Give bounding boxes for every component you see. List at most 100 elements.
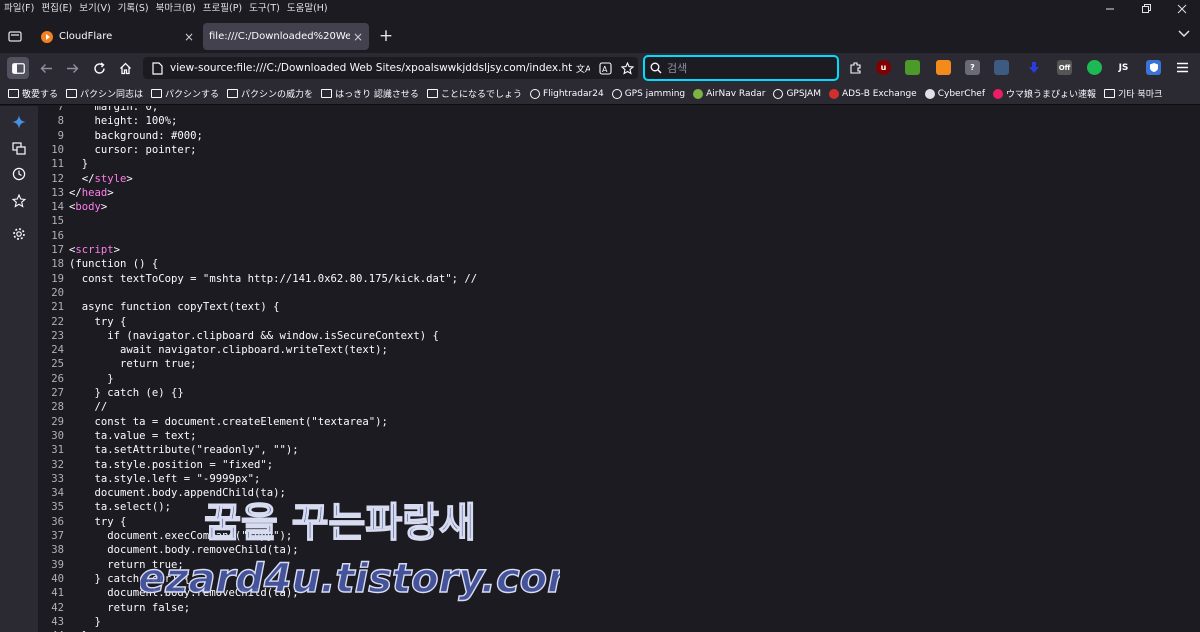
bookmark-folder[interactable]: パクシンの威力を bbox=[227, 87, 313, 100]
bookmark-adsb[interactable]: ADS-B Exchange bbox=[828, 88, 917, 99]
bookmark-folder[interactable]: 敬愛する bbox=[8, 87, 58, 100]
minimize-button[interactable] bbox=[1092, 0, 1128, 18]
menu-tools[interactable]: 도구(T) bbox=[245, 0, 283, 18]
ai-chatbot-button[interactable] bbox=[9, 112, 29, 132]
extension-help-icon[interactable]: ? bbox=[965, 60, 980, 75]
restore-icon bbox=[1142, 4, 1151, 13]
line-code: } bbox=[69, 615, 101, 628]
bookmark-folder[interactable]: パクシンする bbox=[151, 87, 219, 100]
line-number: 41 bbox=[51, 587, 64, 600]
bookmark-folder[interactable]: パクシン同志は bbox=[66, 87, 143, 100]
line-code: cursor: pointer; bbox=[69, 143, 197, 156]
source-line: 17 <script> bbox=[38, 243, 1200, 257]
ublock-icon[interactable]: u bbox=[876, 60, 891, 75]
source-line: 24 await navigator.clipboard.writeText(t… bbox=[38, 343, 1200, 357]
search-input[interactable] bbox=[667, 61, 827, 75]
line-number: 28 bbox=[51, 401, 64, 414]
extension-js-icon[interactable]: JS bbox=[1116, 60, 1131, 75]
bookmark-gps-jamming[interactable]: GPS jamming bbox=[611, 88, 685, 99]
tab-close-button[interactable]: × bbox=[181, 30, 197, 44]
tab-view-source[interactable]: file:///C:/Downloaded%20Web%20 × bbox=[203, 23, 369, 50]
close-icon bbox=[1177, 4, 1187, 14]
reload-button[interactable] bbox=[88, 57, 110, 79]
menu-bookmarks[interactable]: 북마크(B) bbox=[152, 0, 199, 18]
source-line: 19 const textToCopy = "mshta http://141.… bbox=[38, 272, 1200, 286]
bookmarks-sidebar-button[interactable] bbox=[9, 191, 29, 211]
menu-profile[interactable]: 프로필(P) bbox=[199, 0, 245, 18]
bookmark-label: 敬愛する bbox=[22, 90, 59, 100]
line-code: await navigator.clipboard.writeText(text… bbox=[69, 344, 388, 357]
bookmark-other-folder[interactable]: 기타 북마크 bbox=[1104, 87, 1162, 100]
restore-button[interactable] bbox=[1128, 0, 1164, 18]
source-line: 25 return true; bbox=[38, 357, 1200, 371]
line-number: 37 bbox=[51, 530, 64, 542]
globe-icon bbox=[773, 88, 784, 99]
bookmark-flightradar[interactable]: Flightradar24 bbox=[529, 88, 604, 99]
extension-cup-icon[interactable] bbox=[936, 60, 951, 75]
cloudflare-favicon-icon bbox=[41, 30, 53, 43]
extension-person-icon[interactable] bbox=[994, 60, 1009, 75]
bookmark-cyberchef[interactable]: CyberChef bbox=[924, 88, 985, 99]
address-bar[interactable]: view-source:file:///C:/Downloaded Web Si… bbox=[143, 57, 638, 79]
bookmark-gpsjam[interactable]: GPSJAM bbox=[773, 88, 821, 99]
synced-tabs-button[interactable] bbox=[9, 138, 29, 158]
menu-file[interactable]: 파일(F) bbox=[0, 0, 37, 18]
line-code: <script> bbox=[69, 244, 121, 256]
line-code: const ta = document.createElement("texta… bbox=[69, 415, 388, 428]
back-button[interactable] bbox=[35, 57, 57, 79]
line-code: return true; bbox=[69, 358, 197, 371]
forward-button[interactable] bbox=[61, 57, 83, 79]
folder-icon bbox=[151, 89, 163, 98]
bookmark-star-icon[interactable] bbox=[616, 61, 638, 75]
bookmark-folder[interactable]: ことになるでしょう bbox=[426, 87, 522, 100]
tab-overflow-button[interactable] bbox=[1178, 28, 1190, 41]
extension-music-icon[interactable] bbox=[1087, 60, 1102, 75]
bookmark-airnav[interactable]: AirNav Radar bbox=[693, 88, 765, 99]
line-number: 43 bbox=[51, 615, 64, 628]
bookmark-folder[interactable]: はっきり 認識させる bbox=[321, 87, 419, 100]
line-number: 32 bbox=[51, 458, 64, 471]
address-text[interactable]: view-source:file:///C:/Downloaded Web Si… bbox=[170, 62, 572, 74]
menu-icon[interactable] bbox=[1175, 60, 1190, 75]
source-line: 8 height: 100%; bbox=[38, 114, 1200, 128]
tab-cloudflare[interactable]: CloudFlare × bbox=[34, 23, 200, 50]
extension-green-icon[interactable] bbox=[905, 60, 920, 75]
tag-name: body bbox=[75, 201, 101, 214]
extension-arrow-icon[interactable] bbox=[1026, 60, 1041, 75]
gear-icon bbox=[13, 228, 25, 240]
menu-history[interactable]: 기록(S) bbox=[114, 0, 152, 18]
folder-icon bbox=[1104, 89, 1116, 98]
line-code: document.body.removeChild(ta); bbox=[69, 544, 299, 557]
line-code: </style> bbox=[69, 172, 133, 185]
extension-off-icon[interactable]: Off bbox=[1057, 60, 1072, 75]
tab-list-button[interactable] bbox=[5, 26, 25, 46]
extensions-icon[interactable] bbox=[848, 60, 863, 75]
new-tab-button[interactable]: + bbox=[377, 27, 395, 45]
menu-edit[interactable]: 편집(E) bbox=[37, 0, 75, 18]
menu-view[interactable]: 보기(V) bbox=[75, 0, 113, 18]
bookmark-umamusume[interactable]: ウマ娘うまぴょい速報 bbox=[993, 87, 1096, 100]
bookmarks-bar: 敬愛する パクシン同志は パクシンする パクシンの威力を はっきり 認識させる … bbox=[0, 83, 1200, 105]
history-button[interactable] bbox=[9, 164, 29, 184]
search-bar[interactable] bbox=[643, 55, 839, 81]
menu-help[interactable]: 도움말(H) bbox=[283, 0, 331, 18]
source-line: 23 if (navigator.clipboard && window.isS… bbox=[38, 329, 1200, 343]
source-view[interactable]: 7 margin: 0; 8 height: 100%; 9 background:… bbox=[38, 106, 1200, 632]
extension-shield-icon[interactable] bbox=[1146, 60, 1161, 75]
sidebar-settings-button[interactable] bbox=[9, 224, 29, 244]
source-line: 31 ta.setAttribute("readonly", ""); bbox=[38, 443, 1200, 457]
reader-translate-icon[interactable]: A bbox=[594, 61, 616, 75]
translate-icon[interactable]: 文A bbox=[572, 62, 594, 75]
sidebar-toggle-button[interactable] bbox=[7, 57, 29, 79]
bookmark-label: パクシンする bbox=[165, 90, 220, 100]
line-code: document.body.appendChild(ta); bbox=[69, 487, 286, 500]
close-window-button[interactable] bbox=[1164, 0, 1200, 18]
svg-text:A: A bbox=[602, 65, 608, 74]
line-code: try { bbox=[69, 515, 127, 528]
line-number: 27 bbox=[51, 387, 64, 399]
bookmark-label: Flightradar24 bbox=[542, 88, 604, 99]
bookmark-label: GPSJAM bbox=[786, 88, 821, 99]
home-button[interactable] bbox=[114, 57, 136, 79]
globe-icon bbox=[611, 88, 622, 99]
tab-close-button[interactable]: × bbox=[350, 30, 366, 44]
